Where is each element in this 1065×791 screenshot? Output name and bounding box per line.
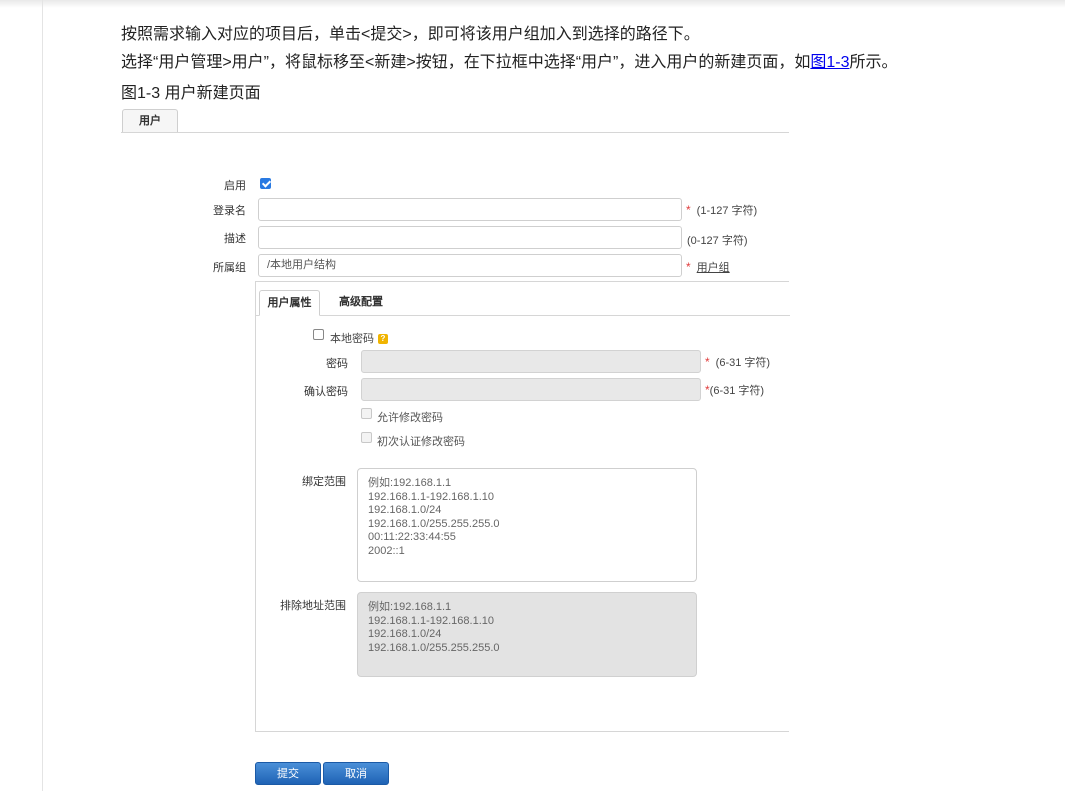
password-hint: * (6-31 字符): [705, 354, 770, 370]
user-attributes-panel: 用户属性 高级配置 本地密码? 密码 * (6-31 字符) 确认密码 *(6-3…: [255, 281, 790, 732]
cancel-button[interactable]: 取消: [323, 762, 389, 785]
required-mark: *: [686, 203, 691, 217]
group-input[interactable]: /本地用户结构: [258, 254, 682, 277]
enable-checkbox[interactable]: [260, 178, 271, 189]
bind-range-label: 绑定范围: [302, 476, 346, 488]
login-name-label: 登录名: [213, 205, 246, 217]
user-group-link[interactable]: 用户组: [697, 262, 730, 274]
exclude-range-textarea[interactable]: 例如:192.168.1.1 192.168.1.1-192.168.1.10 …: [357, 592, 697, 677]
confirm-password-hint-text: (6-31 字符): [709, 385, 765, 397]
top-shadow-bar: [0, 0, 1065, 8]
login-name-input[interactable]: [258, 198, 682, 221]
help-icon[interactable]: ?: [378, 334, 388, 345]
enable-label: 启用: [224, 180, 246, 192]
panel-tab-divider: [256, 315, 790, 316]
group-hint: * 用户组: [686, 259, 730, 275]
description-hint: (0-127 字符): [687, 235, 748, 247]
login-name-hint-text: (1-127 字符): [696, 205, 758, 217]
user-create-figure: 用户 启用 登录名 * (1-127 字符) 描述 (0-127 字符) 所属组 …: [121, 109, 790, 791]
allow-change-password-checkbox[interactable]: [361, 408, 372, 419]
confirm-password-hint: *(6-31 字符): [705, 382, 764, 398]
figure-caption: 图1-3 用户新建页面: [121, 85, 261, 102]
tab-user-attributes[interactable]: 用户属性: [259, 290, 320, 316]
tab-advanced-config[interactable]: 高级配置: [331, 290, 391, 316]
password-label: 密码: [326, 358, 348, 370]
confirm-password-input[interactable]: [361, 378, 701, 401]
left-divider: [42, 0, 43, 791]
doc-paragraph-2-tail: 所示。: [849, 54, 898, 71]
doc-paragraph-2-text: 选择“用户管理>用户”，将鼠标移至<新建>按钮，在下拉框中选择“用户”，进入用户…: [121, 54, 811, 71]
required-mark: *: [686, 260, 691, 274]
required-mark: *: [705, 355, 710, 369]
group-label: 所属组: [213, 262, 246, 274]
doc-paragraph-2: 选择“用户管理>用户”，将鼠标移至<新建>按钮，在下拉框中选择“用户”，进入用户…: [121, 48, 898, 72]
local-password-checkbox[interactable]: [313, 329, 324, 340]
first-auth-change-password-checkbox[interactable]: [361, 432, 372, 443]
tab-divider: [121, 132, 789, 133]
submit-button[interactable]: 提交: [255, 762, 321, 785]
tab-user[interactable]: 用户: [122, 109, 178, 133]
description-input[interactable]: [258, 226, 682, 249]
login-name-hint: * (1-127 字符): [686, 202, 757, 218]
exclude-range-label: 排除地址范围: [280, 600, 346, 612]
password-input[interactable]: [361, 350, 701, 373]
confirm-password-label: 确认密码: [304, 386, 348, 398]
figure-link[interactable]: 图1-3: [810, 54, 849, 71]
bind-range-textarea[interactable]: 例如:192.168.1.1 192.168.1.1-192.168.1.10 …: [357, 468, 697, 582]
description-label: 描述: [224, 233, 246, 245]
doc-paragraph-1: 按照需求输入对应的项目后，单击<提交>，即可将该用户组加入到选择的路径下。: [121, 26, 700, 43]
allow-change-password-label: 允许修改密码: [377, 412, 443, 424]
password-hint-text: (6-31 字符): [715, 357, 771, 369]
first-auth-change-password-label: 初次认证修改密码: [377, 436, 465, 448]
local-password-label: 本地密码?: [330, 330, 388, 346]
local-password-label-text: 本地密码: [330, 333, 374, 345]
